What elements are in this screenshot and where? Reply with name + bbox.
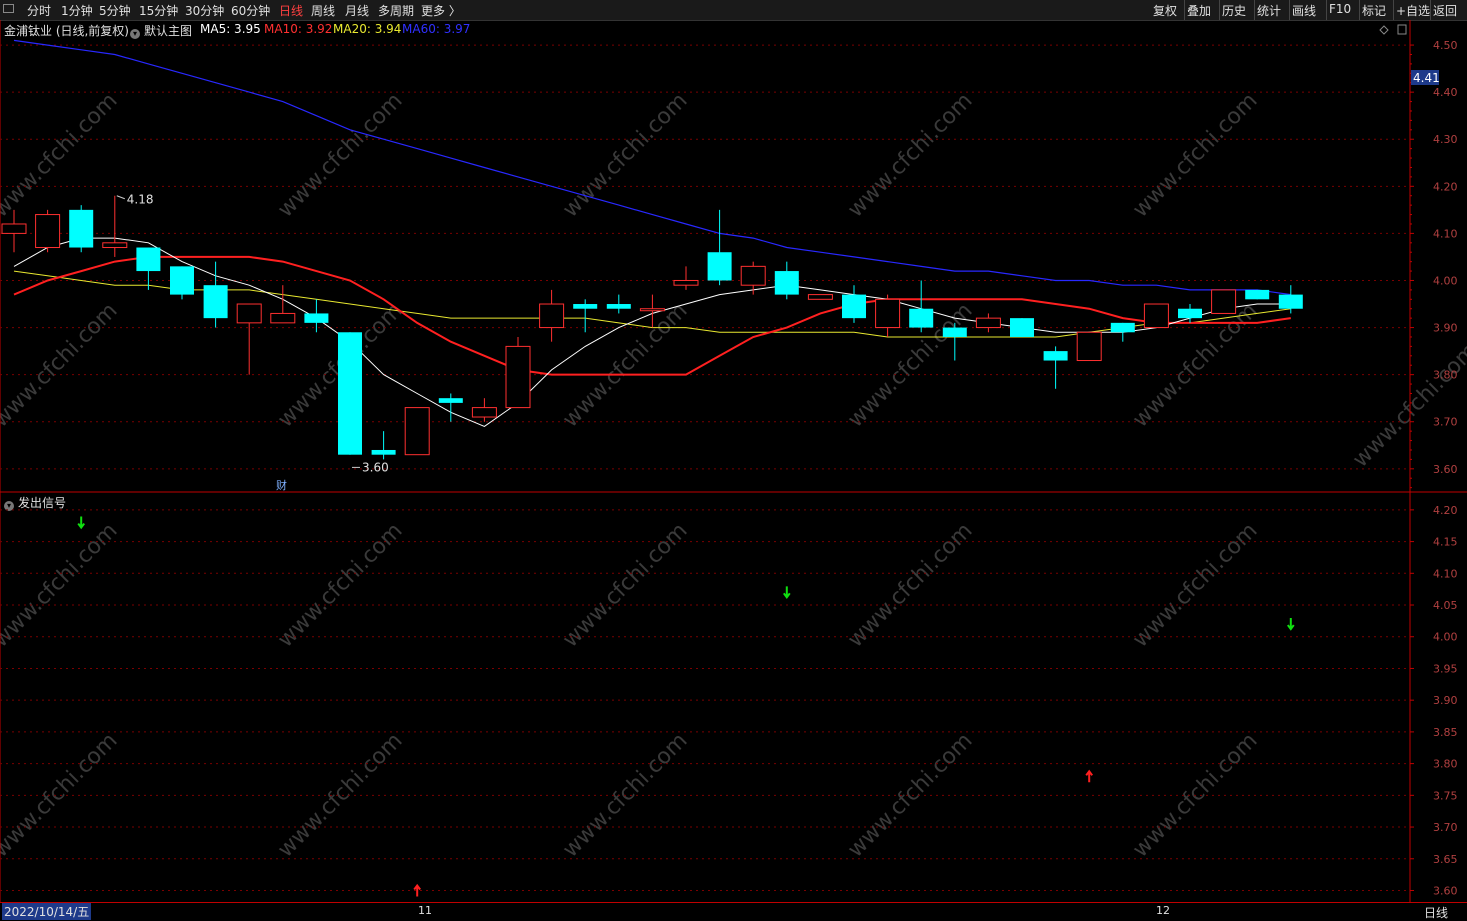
price-tick-label: 3.90: [1433, 322, 1458, 335]
watermark-text: www.cfchi.com: [843, 728, 977, 862]
candle-body-up: [740, 265, 766, 286]
high-price-marker: 4.18: [127, 193, 154, 207]
sell-signal-arrow: [783, 586, 791, 599]
sub-tick-label: 3.60: [1433, 884, 1458, 897]
price-tick-label: 4.50: [1433, 39, 1458, 52]
watermark-text: www.cfchi.com: [843, 518, 977, 652]
candle-body-down: [170, 266, 194, 295]
sub-tick-label: 3.95: [1433, 662, 1458, 675]
price-tick-label: 4.00: [1433, 274, 1458, 287]
watermark-text: www.cfchi.com: [1348, 338, 1467, 472]
watermark-text: www.cfchi.com: [843, 88, 977, 222]
candle-body-down: [842, 294, 866, 319]
candle-body-down: [774, 271, 799, 295]
start-date-label: 2022/10/14/五: [2, 903, 92, 920]
candle-body-up: [270, 312, 296, 324]
watermark-text: www.cfchi.com: [273, 728, 407, 862]
watermark-text: www.cfchi.com: [558, 518, 692, 652]
watermark-text: www.cfchi.com: [0, 518, 123, 652]
sub-tick-label: 3.90: [1433, 694, 1458, 707]
price-tick-label: 4.40: [1433, 86, 1458, 99]
candle-body-up: [236, 303, 262, 324]
candle-body-down: [1245, 289, 1270, 300]
date-axis: [0, 902, 1467, 921]
sell-signal-arrow: [77, 516, 85, 530]
period-label: 日线: [1424, 906, 1449, 920]
sub-tick-label: 3.80: [1433, 758, 1458, 771]
price-tick-label: 3.80: [1433, 369, 1458, 382]
candle-body-down: [1010, 318, 1034, 337]
watermark-text: www.cfchi.com: [0, 298, 123, 432]
candle-body-down: [136, 247, 161, 272]
candle-body-up: [807, 294, 833, 300]
candle-body-up: [404, 407, 430, 456]
candle-body-down: [304, 313, 329, 323]
low-price-marker: 3.60: [362, 460, 389, 474]
candle-body-up: [471, 407, 497, 418]
candle-body-up: [1, 223, 27, 234]
sub-tick-label: 3.70: [1433, 821, 1458, 834]
expand-icon: [1397, 24, 1407, 35]
sub-tick-label: 4.20: [1433, 504, 1458, 517]
high-marker-arrow: [116, 195, 125, 200]
candle-body-down: [203, 285, 228, 319]
candle-body-down: [909, 308, 934, 328]
price-tick-label: 3.60: [1433, 463, 1458, 476]
candle-body-up: [673, 279, 699, 286]
sub-tick-label: 3.65: [1433, 853, 1458, 866]
candle-body-up: [539, 303, 565, 329]
price-tick-label: 4.20: [1433, 180, 1458, 193]
price-tick-label: 4.30: [1433, 133, 1458, 146]
kline-chart[interactable]: www.cfchi.com www.cfchi.com www.cfchi.com w…: [0, 0, 1467, 920]
candle-body-down: [1278, 294, 1303, 309]
candle-body-up: [975, 317, 1001, 329]
sub-tick-label: 4.15: [1433, 536, 1458, 549]
finance-marker: 财: [276, 478, 287, 492]
candle-body-up: [639, 308, 665, 312]
diamond-icon: [1379, 25, 1389, 35]
sub-tick-label: 3.85: [1433, 726, 1458, 739]
watermark-text: www.cfchi.com: [1128, 518, 1262, 652]
candle-body-down: [1110, 322, 1135, 333]
candle-body-up: [1143, 303, 1169, 329]
candle-body-down: [438, 398, 463, 403]
watermark-text: www.cfchi.com: [273, 518, 407, 652]
candle-body-up: [102, 242, 128, 249]
price-tick-label: 4.10: [1433, 227, 1458, 240]
candle-body-up: [505, 345, 531, 409]
buy-signal-arrow: [1085, 769, 1093, 783]
watermark-text: www.cfchi.com: [273, 88, 407, 222]
sell-signal-arrow: [1287, 618, 1295, 631]
watermark-text: www.cfchi.com: [558, 88, 692, 222]
candle-body-down: [1043, 351, 1068, 361]
sub-tick-label: 4.00: [1433, 631, 1458, 644]
candle-body-down: [942, 327, 967, 337]
candle-body-down: [573, 304, 598, 309]
candle-body-down: [371, 449, 396, 455]
candle-body-up: [35, 214, 61, 249]
sub-tick-label: 3.75: [1433, 789, 1458, 802]
watermark-text: www.cfchi.com: [1128, 88, 1262, 222]
candle-body-down: [606, 304, 631, 309]
sub-tick-label: 4.10: [1433, 567, 1458, 580]
month-11-label: 11: [418, 904, 432, 917]
price-tick-label: 3.70: [1433, 416, 1458, 429]
candle-body-down: [1178, 308, 1202, 319]
candle-body-up: [1211, 289, 1237, 314]
sub-tick-label: 4.05: [1433, 599, 1458, 612]
current-price-tag: 4.41: [1413, 71, 1440, 85]
candle-body-up: [875, 298, 901, 329]
candle-body-down: [69, 209, 94, 248]
candle-body-up: [1076, 331, 1102, 362]
watermark-text: www.cfchi.com: [0, 88, 123, 222]
candle-body-down: [707, 252, 732, 281]
candle-body-down: [338, 332, 362, 455]
month-12-label: 12: [1156, 904, 1170, 917]
